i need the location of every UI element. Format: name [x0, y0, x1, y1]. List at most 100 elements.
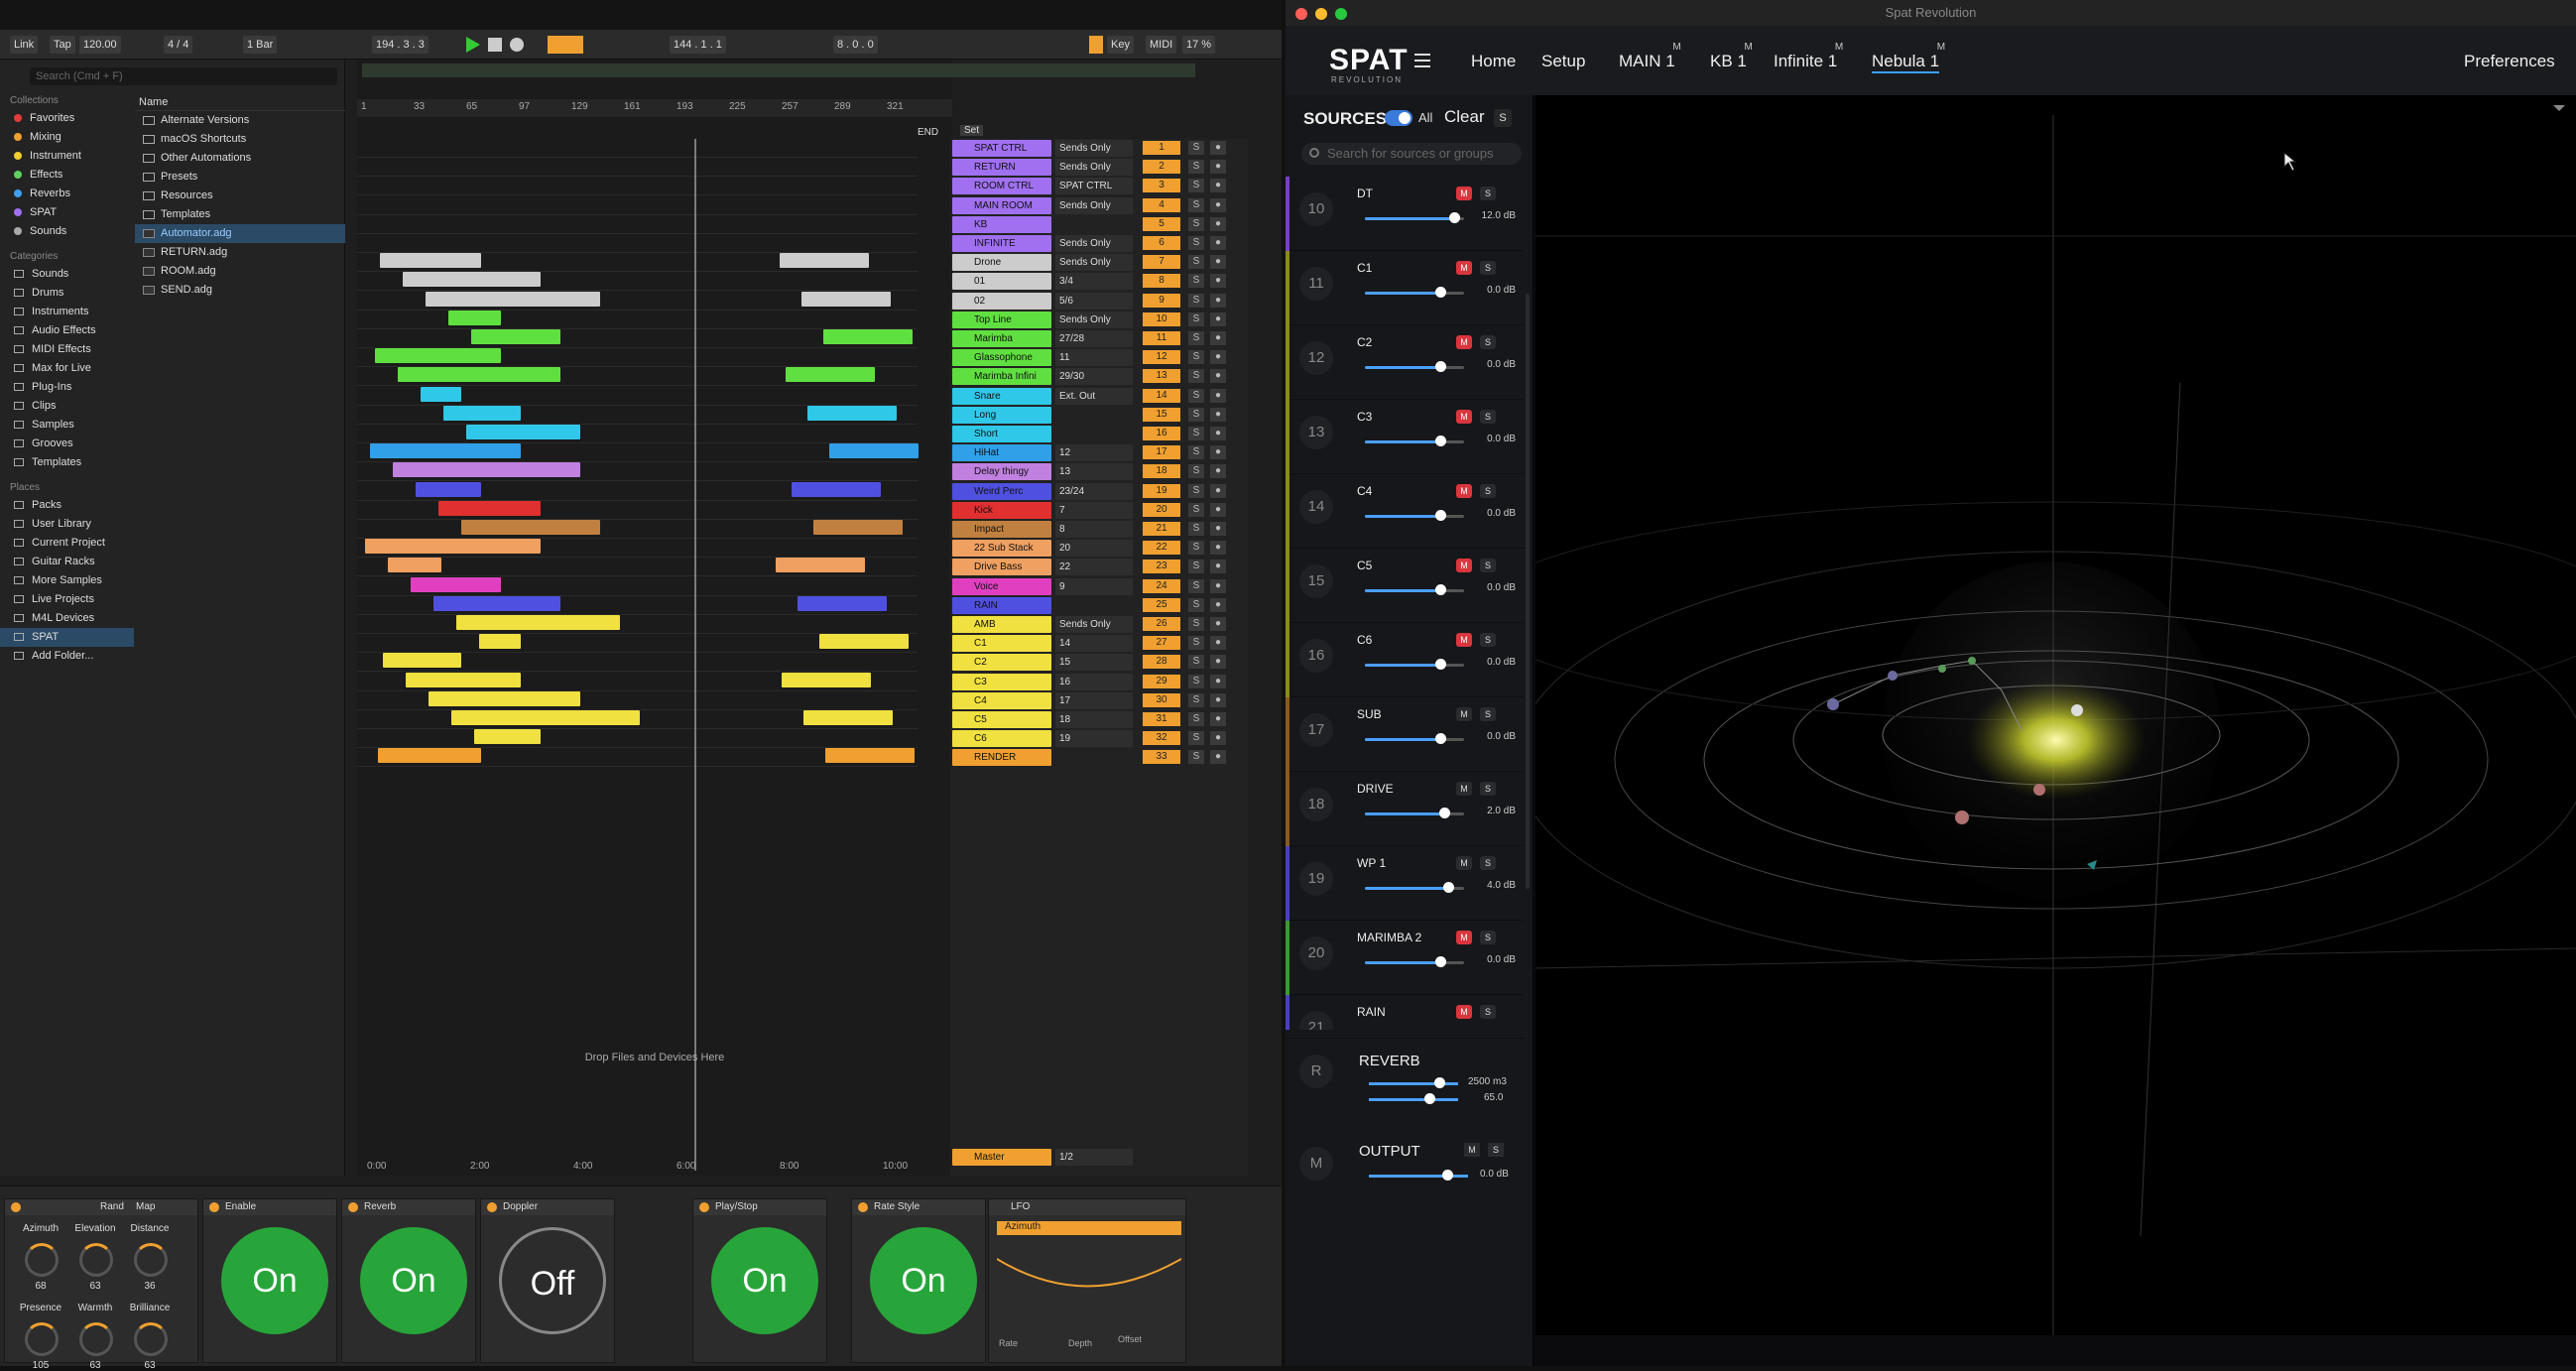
track-solo-button[interactable]: S: [1188, 502, 1204, 517]
spat-knob[interactable]: [79, 1243, 113, 1277]
track-header[interactable]: Delay thingy 13 18 S ●: [950, 462, 1248, 481]
device-toggle-button[interactable]: Off: [499, 1227, 606, 1334]
hamburger-menu-icon[interactable]: [1414, 54, 1430, 67]
track-arm-button[interactable]: ●: [1210, 560, 1226, 574]
overdub-button[interactable]: [548, 36, 583, 54]
source-solo-button[interactable]: S: [1480, 335, 1496, 349]
spat-knob[interactable]: [25, 1322, 59, 1356]
arrangement-lane[interactable]: [357, 253, 918, 273]
arrangement-lane[interactable]: [357, 690, 918, 710]
audio-clip[interactable]: [461, 520, 600, 535]
drop-zone[interactable]: Drop Files and Devices Here: [357, 1052, 952, 1063]
arrangement-lane[interactable]: [357, 729, 918, 749]
audio-clip[interactable]: [429, 690, 580, 706]
track-header[interactable]: C5 18 31 S ●: [950, 710, 1248, 729]
collection-item[interactable]: Effects: [0, 166, 134, 185]
track-name[interactable]: 22 Sub Stack: [952, 540, 1051, 558]
output-gain-thumb[interactable]: [1442, 1170, 1453, 1181]
audio-clip[interactable]: [378, 748, 481, 764]
track-solo-button[interactable]: S: [1188, 197, 1204, 212]
track-number[interactable]: 23: [1143, 560, 1180, 574]
audio-clip[interactable]: [433, 595, 560, 611]
track-solo-button[interactable]: S: [1188, 712, 1204, 726]
master-name[interactable]: Master: [952, 1149, 1051, 1166]
track-arm-button[interactable]: ●: [1210, 655, 1226, 670]
track-header[interactable]: MAIN ROOM Sends Only 4 S ●: [950, 196, 1248, 215]
arrangement-lane[interactable]: [357, 615, 918, 634]
overview-strip[interactable]: [362, 63, 1195, 77]
track-arm-button[interactable]: ●: [1210, 502, 1226, 517]
track-arm-button[interactable]: ●: [1210, 312, 1226, 326]
source-solo-button[interactable]: S: [1480, 484, 1496, 498]
audio-clip[interactable]: [406, 672, 521, 687]
track-routing-select[interactable]: Ext. Out: [1055, 387, 1133, 405]
output-row[interactable]: M OUTPUT M S 0.0 dB: [1286, 1131, 1524, 1220]
category-item[interactable]: Templates: [0, 453, 134, 472]
track-arm-button[interactable]: ●: [1210, 541, 1226, 556]
track-solo-button[interactable]: S: [1188, 312, 1204, 326]
source-dot-wp[interactable]: [1827, 698, 1839, 710]
track-routing-select[interactable]: 20: [1055, 540, 1133, 558]
track-name[interactable]: C2: [952, 654, 1051, 672]
collection-item[interactable]: Sounds: [0, 222, 134, 241]
source-gain-thumb[interactable]: [1443, 882, 1454, 893]
source-dot-glass[interactable]: [1968, 657, 1976, 665]
output-gain-slider[interactable]: [1369, 1175, 1468, 1178]
output-mute-button[interactable]: M: [1464, 1143, 1480, 1157]
audio-clip[interactable]: [479, 634, 521, 650]
track-arm-button[interactable]: ●: [1210, 578, 1226, 593]
source-row[interactable]: 13 C3 M S 0.0 dB: [1286, 400, 1524, 474]
beat-ruler[interactable]: 1 33 65 97 129 161 193 225 257 289 321: [357, 99, 952, 117]
loop-start[interactable]: 144 . 1 . 1: [670, 36, 726, 54]
source-gain-thumb[interactable]: [1435, 361, 1446, 372]
record-icon[interactable]: [510, 38, 524, 52]
link-button[interactable]: Link: [10, 36, 39, 54]
arrangement-lane[interactable]: [357, 443, 919, 463]
track-routing-select[interactable]: 29/30: [1055, 368, 1133, 386]
source-row[interactable]: 20 MARIMBA 2 M S 0.0 dB: [1286, 921, 1524, 995]
browser-search-input[interactable]: Search (Cmd + F): [30, 67, 337, 85]
minimize-window-icon[interactable]: [1315, 8, 1327, 20]
arrangement-lane[interactable]: [357, 291, 918, 311]
source-mute-button[interactable]: M: [1456, 1005, 1472, 1019]
arrangement-lane[interactable]: [357, 425, 918, 443]
nav-tab[interactable]: Infinite 1M: [1774, 42, 1843, 73]
browser-file-item[interactable]: ROOM.adg: [135, 262, 345, 281]
track-name[interactable]: Glassophone: [952, 349, 1051, 367]
audio-clip[interactable]: [819, 634, 909, 650]
source-dot-kick[interactable]: [2033, 784, 2045, 796]
close-window-icon[interactable]: [1295, 8, 1307, 20]
track-routing-select[interactable]: 13: [1055, 463, 1133, 481]
audio-clip[interactable]: [421, 386, 461, 402]
track-solo-button[interactable]: S: [1188, 731, 1204, 746]
master-routing[interactable]: 1/2: [1055, 1149, 1133, 1166]
source-gain-slider[interactable]: [1365, 589, 1464, 592]
source-solo-button[interactable]: S: [1480, 410, 1496, 424]
track-routing-select[interactable]: 18: [1055, 711, 1133, 728]
track-name[interactable]: Delay thingy: [952, 463, 1051, 481]
source-solo-button[interactable]: S: [1480, 187, 1496, 200]
track-arm-button[interactable]: ●: [1210, 141, 1226, 155]
track-number[interactable]: 6: [1143, 236, 1180, 250]
key-map-icon[interactable]: [1089, 36, 1103, 54]
track-arm-button[interactable]: ●: [1210, 464, 1226, 479]
source-row[interactable]: 18 DRIVE M S 2.0 dB: [1286, 772, 1524, 846]
track-name[interactable]: RAIN: [952, 596, 1051, 614]
reverb-time-slider[interactable]: [1369, 1098, 1458, 1101]
device-power-icon[interactable]: [699, 1202, 709, 1212]
track-routing-select[interactable]: 8: [1055, 521, 1133, 538]
midi-map-button[interactable]: MIDI: [1146, 36, 1177, 54]
track-solo-button[interactable]: S: [1188, 179, 1204, 193]
sources-list[interactable]: 10 DT M S 12.0 dB 11 C1 M S 0.0 dB 12 C2 M S 0.0 dB 13 C…: [1286, 177, 1524, 1030]
arrangement-lane[interactable]: [357, 405, 918, 425]
audio-clip[interactable]: [383, 653, 461, 669]
track-number[interactable]: 29: [1143, 674, 1180, 688]
track-name[interactable]: Impact: [952, 521, 1051, 538]
audio-clip[interactable]: [825, 748, 915, 764]
browser-file-item[interactable]: Automator.adg: [135, 224, 345, 243]
view-options-chevron-icon[interactable]: [2553, 105, 2565, 111]
audio-clip[interactable]: [823, 329, 913, 344]
arrangement-lane[interactable]: [357, 748, 918, 768]
track-arm-button[interactable]: ●: [1210, 388, 1226, 403]
audio-clip[interactable]: [829, 443, 919, 459]
